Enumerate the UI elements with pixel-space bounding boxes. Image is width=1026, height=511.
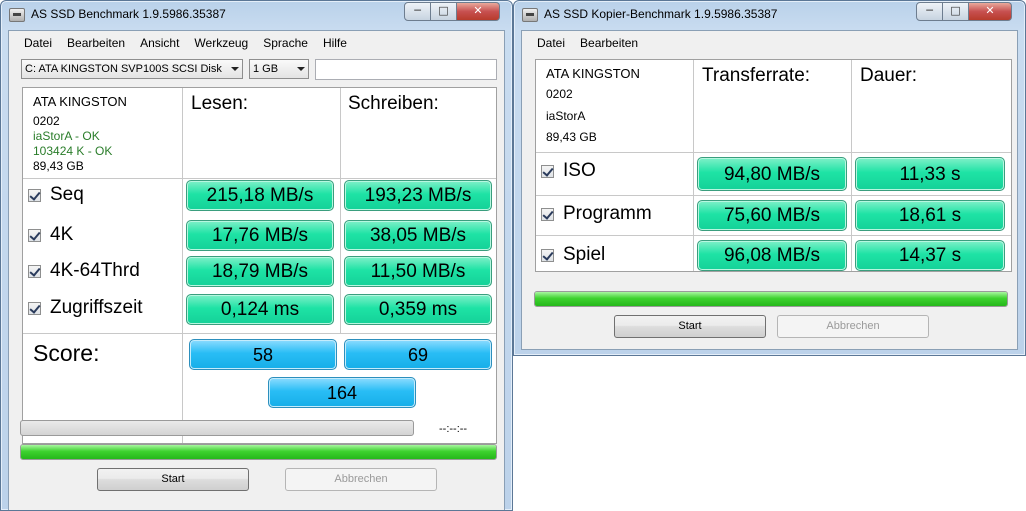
start-button[interactable]: Start xyxy=(614,315,766,338)
score-label: Score: xyxy=(33,340,100,366)
checkbox-checked-icon[interactable] xyxy=(541,248,554,262)
menu-bearbeiten[interactable]: Bearbeiten xyxy=(573,31,646,53)
column-header-write: Schreiben: xyxy=(348,93,439,114)
client-area: Datei Bearbeiten Ansicht Werkzeug Sprach… xyxy=(8,30,505,510)
drive-firmware: 0202 xyxy=(33,114,60,128)
cancel-button[interactable]: Abbrechen xyxy=(285,468,437,491)
spiel-rate-value: 96,08 MB/s xyxy=(697,240,847,271)
drive-model: ATA KINGSTON xyxy=(546,66,640,81)
checkbox-checked-icon[interactable] xyxy=(28,228,41,242)
menu-datei[interactable]: Datei xyxy=(17,31,60,53)
checkbox-checked-icon[interactable] xyxy=(541,164,554,178)
row-seq[interactable]: Seq xyxy=(28,184,84,206)
window-title: AS SSD Kopier-Benchmark 1.9.5986.35387 xyxy=(544,7,778,21)
close-button[interactable]: ✕ xyxy=(457,2,500,21)
menu-datei[interactable]: Datei xyxy=(530,31,573,53)
column-header-read: Lesen: xyxy=(191,93,249,114)
4k64-read-value: 18,79 MB/s xyxy=(186,256,334,287)
progress-bar-current xyxy=(20,420,414,436)
iso-duration-value: 11,33 s xyxy=(855,157,1005,191)
row-4k64-label: 4K-64Thrd xyxy=(50,260,140,281)
4k-write-value: 38,05 MB/s xyxy=(344,220,492,251)
column-header-duration: Dauer: xyxy=(860,65,918,86)
row-iso[interactable]: ISO xyxy=(541,160,596,182)
row-4k[interactable]: 4K xyxy=(28,224,73,246)
drive-select-value: C: ATA KINGSTON SVP100S SCSI Disk xyxy=(25,63,222,75)
drive-driver-status: iaStorA - OK xyxy=(33,129,100,143)
results-grid: ATA KINGSTON 0202 iaStorA - OK 103424 K … xyxy=(22,87,497,444)
window-title: AS SSD Benchmark 1.9.5986.35387 xyxy=(31,7,226,21)
drive-capacity: 89,43 GB xyxy=(33,159,84,173)
benchmark-window: AS SSD Benchmark 1.9.5986.35387 ─ □ ✕ Da… xyxy=(0,0,513,511)
title-bar[interactable]: AS SSD Kopier-Benchmark 1.9.5986.35387 ─… xyxy=(514,1,1025,29)
checkbox-checked-icon[interactable] xyxy=(28,301,41,315)
row-access-time-label: Zugriffszeit xyxy=(50,297,143,318)
maximize-button[interactable]: □ xyxy=(431,2,457,21)
seq-write-value: 193,23 MB/s xyxy=(344,180,492,211)
progress-fill xyxy=(535,292,1007,306)
access-read-value: 0,124 ms xyxy=(186,294,334,325)
row-spiel-label: Spiel xyxy=(563,244,606,265)
menu-hilfe[interactable]: Hilfe xyxy=(316,31,355,53)
size-select-value: 1 GB xyxy=(253,63,279,75)
info-textbox[interactable] xyxy=(315,59,497,80)
progress-bar-total xyxy=(20,444,497,460)
maximize-button[interactable]: □ xyxy=(943,2,969,21)
menu-bar: Datei Bearbeiten Ansicht Werkzeug Sprach… xyxy=(9,31,504,53)
row-iso-label: ISO xyxy=(563,160,596,181)
minimize-button[interactable]: ─ xyxy=(916,2,943,21)
4k-read-value: 17,76 MB/s xyxy=(186,220,334,251)
drive-model: ATA KINGSTON xyxy=(33,94,127,109)
client-area: Datei Bearbeiten ATA KINGSTON 0202 iaSto… xyxy=(521,30,1018,350)
row-programm[interactable]: Programm xyxy=(541,203,652,225)
column-header-rate: Transferrate: xyxy=(702,65,811,86)
score-total: 164 xyxy=(268,377,416,408)
chevron-down-icon xyxy=(231,67,239,71)
size-select[interactable]: 1 GB xyxy=(249,59,309,79)
drive-select[interactable]: C: ATA KINGSTON SVP100S SCSI Disk xyxy=(21,59,243,79)
copy-benchmark-window: AS SSD Kopier-Benchmark 1.9.5986.35387 ─… xyxy=(513,0,1026,356)
progress-fill-total xyxy=(21,445,496,459)
menu-bar: Datei Bearbeiten xyxy=(522,31,1017,53)
access-write-value: 0,359 ms xyxy=(344,294,492,325)
drive-driver: iaStorA xyxy=(546,109,586,123)
programm-rate-value: 75,60 MB/s xyxy=(697,200,847,231)
score-write: 69 xyxy=(344,339,492,370)
score-read: 58 xyxy=(189,339,337,370)
minimize-button[interactable]: ─ xyxy=(404,2,431,21)
close-button[interactable]: ✕ xyxy=(969,2,1012,21)
app-disk-icon xyxy=(9,8,25,22)
start-button[interactable]: Start xyxy=(97,468,249,491)
checkbox-checked-icon[interactable] xyxy=(28,188,41,202)
progress-bar xyxy=(534,291,1008,307)
menu-bearbeiten[interactable]: Bearbeiten xyxy=(60,31,133,53)
seq-read-value: 215,18 MB/s xyxy=(186,180,334,211)
row-seq-label: Seq xyxy=(50,184,84,205)
drive-capacity: 89,43 GB xyxy=(546,130,597,144)
row-spiel[interactable]: Spiel xyxy=(541,244,605,266)
menu-werkzeug[interactable]: Werkzeug xyxy=(187,31,256,53)
menu-ansicht[interactable]: Ansicht xyxy=(133,31,187,53)
row-programm-label: Programm xyxy=(563,203,652,224)
chevron-down-icon xyxy=(297,67,305,71)
cancel-button[interactable]: Abbrechen xyxy=(777,315,929,338)
spiel-duration-value: 14,37 s xyxy=(855,240,1005,271)
programm-duration-value: 18,61 s xyxy=(855,200,1005,231)
row-access-time[interactable]: Zugriffszeit xyxy=(28,297,143,319)
elapsed-time: --:--:-- xyxy=(439,423,468,435)
title-bar[interactable]: AS SSD Benchmark 1.9.5986.35387 ─ □ ✕ xyxy=(1,1,512,29)
drive-firmware: 0202 xyxy=(546,87,573,101)
row-4k64[interactable]: 4K-64Thrd xyxy=(28,260,140,282)
drive-alignment-status: 103424 K - OK xyxy=(33,144,113,158)
checkbox-checked-icon[interactable] xyxy=(541,207,554,221)
copy-results-grid: ATA KINGSTON 0202 iaStorA 89,43 GB Trans… xyxy=(535,59,1012,272)
menu-sprache[interactable]: Sprache xyxy=(256,31,316,53)
row-4k-label: 4K xyxy=(50,224,74,245)
iso-rate-value: 94,80 MB/s xyxy=(697,157,847,191)
app-disk-icon xyxy=(522,8,538,22)
4k64-write-value: 11,50 MB/s xyxy=(344,256,492,287)
checkbox-checked-icon[interactable] xyxy=(28,264,41,278)
